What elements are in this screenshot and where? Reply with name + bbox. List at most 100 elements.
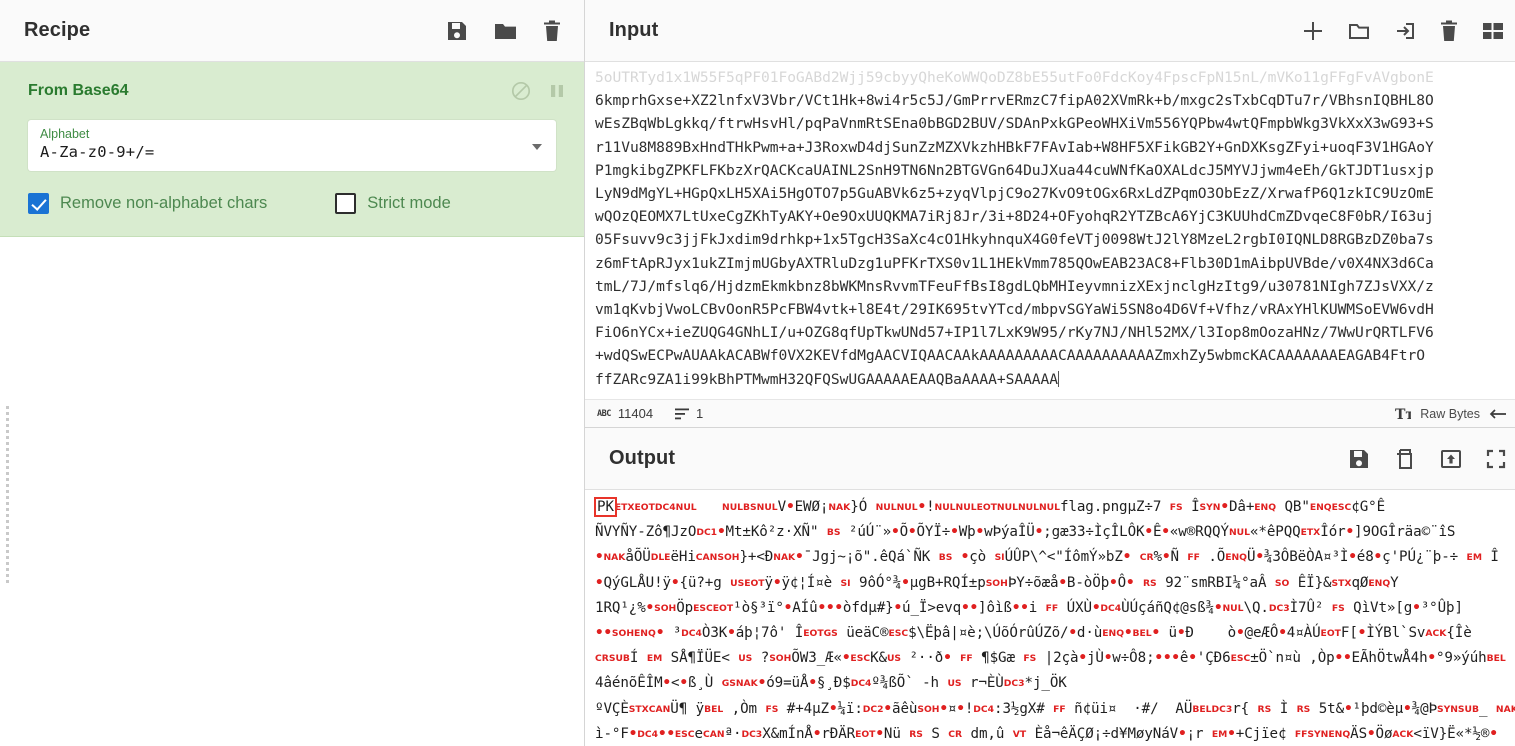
output-text: ñ¢üi¤ ·#/ AÜ — [1065, 700, 1193, 717]
disable-operation-icon[interactable] — [510, 80, 532, 102]
set-breakpoint-pause-icon[interactable] — [548, 81, 566, 101]
control-char-marker: NUL — [875, 502, 897, 513]
remove-non-alphabet-chars-checkbox[interactable]: Remove non-alphabet chars — [28, 193, 267, 214]
output-text: µgB+RQÍ±p — [909, 574, 986, 591]
recipe-operation-from-base64[interactable]: From Base64 Alphabet A-Za-z0-9+/= Remove… — [0, 62, 584, 237]
output-text: ¹ò§³ï° — [733, 599, 784, 616]
output-text: «*êPQQ — [1249, 524, 1301, 541]
output-text: 5t& — [1310, 700, 1345, 717]
output-text: ó9=üÅ — [766, 675, 809, 692]
checkbox-unchecked-icon[interactable] — [335, 193, 357, 214]
input-length-value: 11404 — [617, 406, 654, 421]
control-char-marker: SYN — [1199, 502, 1221, 513]
save-recipe-icon[interactable] — [445, 19, 469, 43]
recipe-vertical-splitter[interactable] — [6, 406, 11, 583]
control-char-marker: GS — [721, 678, 736, 690]
output-text: _ — [1479, 700, 1496, 717]
save-output-icon[interactable] — [1347, 447, 1371, 471]
strict-mode-checkbox[interactable]: Strict mode — [335, 193, 451, 214]
output-text: |2çà — [1036, 650, 1079, 667]
nonprintable-dot: • — [969, 599, 979, 616]
nonprintable-dot: • — [603, 625, 612, 642]
output-line: ì-°F•DC4••ESCeCANª·DC3X&mÍnÅ•rÐÄREOT•Nü … — [595, 722, 1515, 746]
input-line: 6kmprhGxse+XZ2lnfxV3Vbr/VCt1Hk+8wi4r5c5J… — [595, 92, 1434, 110]
control-char-marker: NUL — [1038, 502, 1060, 513]
input-line: LyN9dMgYL+HGpQxLH5XAi5HgOTO7p5GuABVk6z5+… — [595, 185, 1434, 203]
output-text: Èå¬êÄÇØ¡÷d¥MøyNáV — [1026, 725, 1179, 742]
output-text: ]ôìß — [978, 599, 1012, 616]
clear-input-icon[interactable] — [1439, 19, 1459, 43]
control-char-marker: RS — [1142, 577, 1157, 589]
input-line: wEsZBqWbLgkkq/ftrwHsvHl/pqPaVnmRtSEna0bB… — [595, 115, 1434, 133]
output-text: ü — [1160, 625, 1178, 642]
alphabet-value[interactable]: A-Za-z0-9+/= — [40, 142, 544, 163]
recipe-pane: Recipe From Base64 Alphabet A-Za-z0-9+/=… — [0, 0, 585, 746]
control-char-marker: SI — [840, 577, 851, 589]
chevron-down-icon[interactable] — [532, 143, 542, 150]
output-text: ÄS — [1350, 725, 1368, 742]
open-folder-as-input-icon[interactable] — [1347, 19, 1371, 43]
nonprintable-dot: • — [1122, 549, 1132, 566]
nonprintable-dot: • — [917, 499, 927, 515]
nonprintable-dot: • — [1034, 524, 1044, 541]
control-char-marker: NUL — [756, 502, 778, 513]
nonprintable-dot: • — [1403, 700, 1412, 717]
line-ending-arrow-icon[interactable] — [1489, 407, 1507, 421]
control-char-marker: NUL — [1228, 527, 1250, 539]
control-char-marker: SOH — [717, 552, 740, 564]
checkbox-checked-icon[interactable] — [28, 193, 49, 214]
output-text: òfdµ#} — [842, 599, 894, 616]
input-line: tmL/7J/mfslq6/HjdzmEkmkbnz8bWKMnsRvvmTFe… — [595, 277, 1434, 295]
load-recipe-icon[interactable] — [493, 19, 518, 43]
input-encoding-status[interactable]: Tт Raw Bytes — [1395, 407, 1507, 421]
reset-pane-layout-icon[interactable] — [1481, 19, 1505, 43]
output-text: º¾ßÕ` -h — [871, 675, 948, 692]
output-text: r¬ÈÙ — [961, 675, 1004, 692]
output-text: ¾@Þ — [1411, 700, 1437, 717]
control-char-marker: FF — [1045, 602, 1059, 614]
control-char-marker: SOH — [917, 703, 940, 715]
output-text: {ü?+g — [679, 574, 731, 591]
output-text: Î — [1182, 499, 1200, 515]
control-char-marker: DC4 — [1100, 602, 1122, 614]
open-file-as-input-icon[interactable] — [1393, 19, 1417, 43]
output-text: Ì — [1271, 700, 1297, 717]
control-char-marker: BS — [826, 527, 841, 539]
nonprintable-dot: • — [1020, 599, 1029, 616]
input-line: wQOzQEOMX7LtUxeCgZKhTyAKY+Oe9OxUUQKMA7iR… — [595, 208, 1434, 226]
input-line: vm1qKvbjVwoLCBvOonR5PcFBW4vtk+l8E4t/29IK… — [595, 301, 1434, 319]
alphabet-argument[interactable]: Alphabet A-Za-z0-9+/= — [28, 120, 556, 171]
output-text: qØ — [1351, 574, 1369, 591]
control-char-marker: SYN — [1307, 728, 1329, 740]
recipe-operation-list[interactable]: From Base64 Alphabet A-Za-z0-9+/= Remove… — [0, 62, 584, 746]
output-text: ÿ¢¦Í¤è — [781, 574, 841, 591]
input-encoding-label[interactable]: Raw Bytes — [1420, 407, 1480, 421]
control-char-marker: EM — [646, 653, 663, 665]
copy-output-icon[interactable] — [1393, 447, 1417, 471]
clear-recipe-icon[interactable] — [542, 19, 562, 43]
control-char-marker: SOH — [985, 577, 1008, 589]
add-input-tab-icon[interactable] — [1301, 19, 1325, 43]
output-text: }+<Ð — [739, 549, 774, 566]
control-char-marker: CR — [948, 728, 963, 740]
output-text: ÞY÷õæå — [1007, 574, 1059, 591]
nonprintable-dot: • — [1255, 549, 1264, 566]
control-char-marker: US — [947, 678, 962, 690]
input-text-editor[interactable]: 5oUTRTyd1x1W55F5qPF01FoGABd2Wjj59cbyyQhe… — [585, 62, 1515, 399]
output-text: ÑVYÑY-Zô¶JzO — [595, 524, 697, 541]
output-text: °9»ýúh — [1435, 650, 1487, 667]
control-char-marker: CAN — [703, 728, 725, 740]
maximise-output-icon[interactable] — [1485, 448, 1507, 470]
nonprintable-dot: • — [939, 700, 948, 717]
nonprintable-dot: • — [950, 524, 959, 541]
svg-text:Tт: Tт — [1395, 407, 1411, 421]
replace-input-with-output-icon[interactable] — [1439, 447, 1463, 471]
font-size-icon: Tт — [1395, 407, 1411, 421]
output-text: Öp — [676, 599, 694, 616]
input-line: ffZARc9ZA1i99kBhPTMwmH32QFQSwUGAAAAAEAAQ… — [595, 370, 1060, 388]
output-text-area[interactable]: PKETXEOTDC4NUL NULBSNULV•EWØ¡NAK}Ó NULNU… — [585, 490, 1515, 746]
output-title-bar: Output — [585, 428, 1515, 490]
strict-mode-label: Strict mode — [367, 194, 451, 212]
input-lines[interactable]: 5oUTRTyd1x1W55F5qPF01FoGABd2Wjj59cbyyQhe… — [595, 66, 1515, 391]
output-text: rÐÄR — [821, 725, 856, 742]
